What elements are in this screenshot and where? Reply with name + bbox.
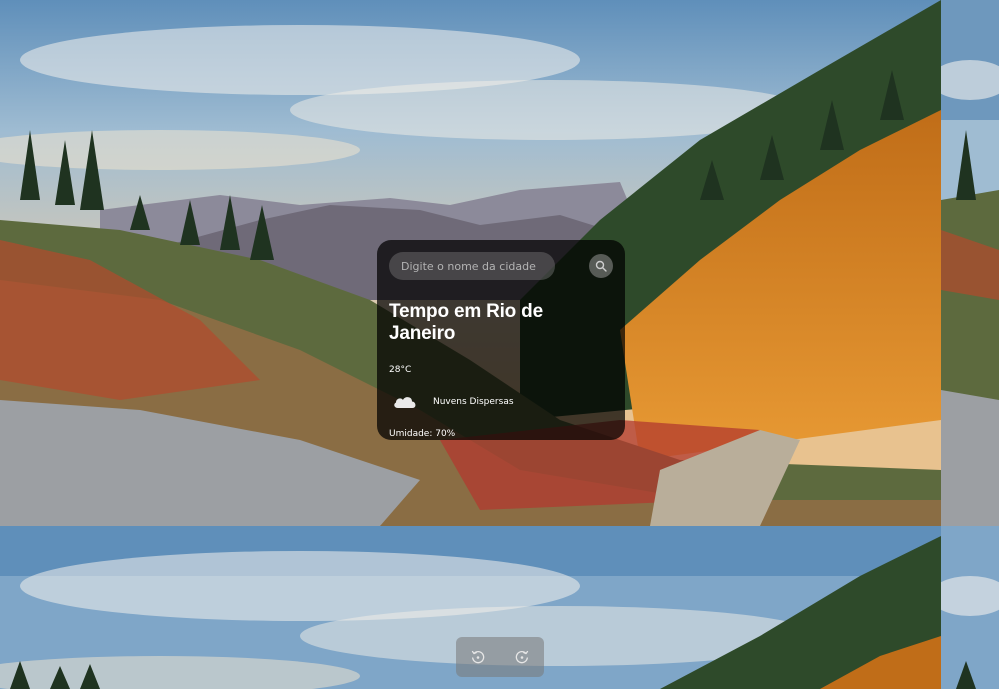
- previous-background-button[interactable]: [467, 646, 489, 668]
- cloud-icon: [394, 397, 416, 408]
- city-weather-title: Tempo em Rio de Janeiro: [389, 301, 543, 344]
- search-icon: [595, 260, 607, 272]
- temperature-value: 28°C: [389, 365, 412, 375]
- background-image-tile: [941, 0, 999, 526]
- weather-description-row: Nuvens Dispersas: [389, 392, 613, 412]
- humidity-value: Umidade: 70%: [389, 429, 456, 439]
- search-row: [389, 252, 613, 280]
- search-button[interactable]: [589, 254, 613, 278]
- weather-description: Nuvens Dispersas: [433, 397, 514, 407]
- weather-card: Tempo em Rio de Janeiro 28°C Nuvens Disp…: [377, 240, 625, 440]
- next-background-button[interactable]: [511, 646, 533, 668]
- background-image-tile: [941, 526, 999, 689]
- rotate-right-icon: [515, 650, 529, 664]
- city-search-input[interactable]: [389, 252, 555, 280]
- background-controls: [456, 637, 544, 677]
- rotate-left-icon: [471, 650, 485, 664]
